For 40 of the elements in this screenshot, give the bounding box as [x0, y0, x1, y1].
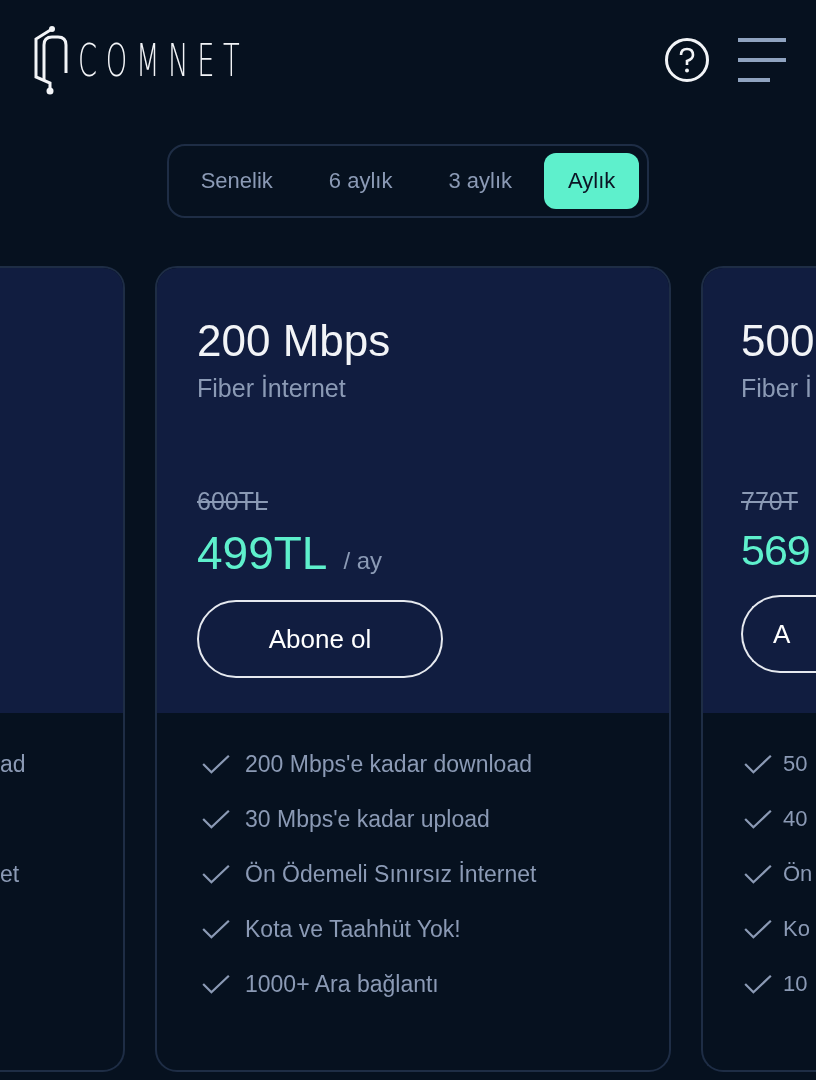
- feature-text: 200 Mbps'e kadar download: [245, 750, 532, 778]
- feature-text: Ön Ödemeli Sınırsız İnternet: [245, 860, 537, 888]
- menu-icon[interactable]: [738, 37, 786, 83]
- feature-text: Kota ve Taahhüt Yok!: [245, 915, 461, 943]
- check-icon: [201, 753, 231, 775]
- feature-text: Ön: [783, 861, 813, 887]
- billing-tab[interactable]: Senelik: [176, 153, 297, 209]
- check-icon: [201, 863, 231, 885]
- billing-tab[interactable]: 6 aylık: [304, 153, 417, 209]
- billing-tab[interactable]: Aylık: [544, 153, 640, 209]
- plan-speed: 200 Mbps: [197, 316, 392, 366]
- plan-type: Fiber İnternet: [197, 374, 347, 403]
- feature-text: Ko: [783, 916, 810, 942]
- price: 569: [741, 526, 810, 575]
- check-icon: [743, 863, 773, 885]
- feature-text: 1000+ Ara bağlantı: [245, 970, 439, 998]
- plan-speed: 500: [741, 316, 816, 366]
- check-icon: [743, 753, 773, 775]
- subscribe-button[interactable]: Abone ol: [197, 600, 443, 678]
- check-icon: [743, 918, 773, 940]
- check-icon: [201, 973, 231, 995]
- price: 499TL: [197, 526, 328, 580]
- old-price: 770T: [741, 487, 799, 516]
- check-icon: [201, 918, 231, 940]
- check-icon: [743, 808, 773, 830]
- price-period: / ay: [343, 547, 383, 575]
- old-price: 600TL: [197, 487, 269, 516]
- feature-text: 50: [783, 751, 808, 777]
- check-icon: [743, 973, 773, 995]
- feature-text: et: [0, 860, 20, 888]
- subscribe-button[interactable]: A: [741, 595, 816, 673]
- check-icon: [201, 808, 231, 830]
- help-icon[interactable]: [664, 37, 710, 83]
- feature-text: 30 Mbps'e kadar upload: [245, 805, 490, 833]
- feature-text: 10: [783, 971, 808, 997]
- plan-type: Fiber İ: [741, 374, 813, 403]
- logo-text: COMNET: [78, 34, 249, 86]
- feature-text: 40: [783, 806, 808, 832]
- billing-tab[interactable]: 3 aylık: [424, 153, 537, 209]
- feature-text: ad: [0, 750, 26, 778]
